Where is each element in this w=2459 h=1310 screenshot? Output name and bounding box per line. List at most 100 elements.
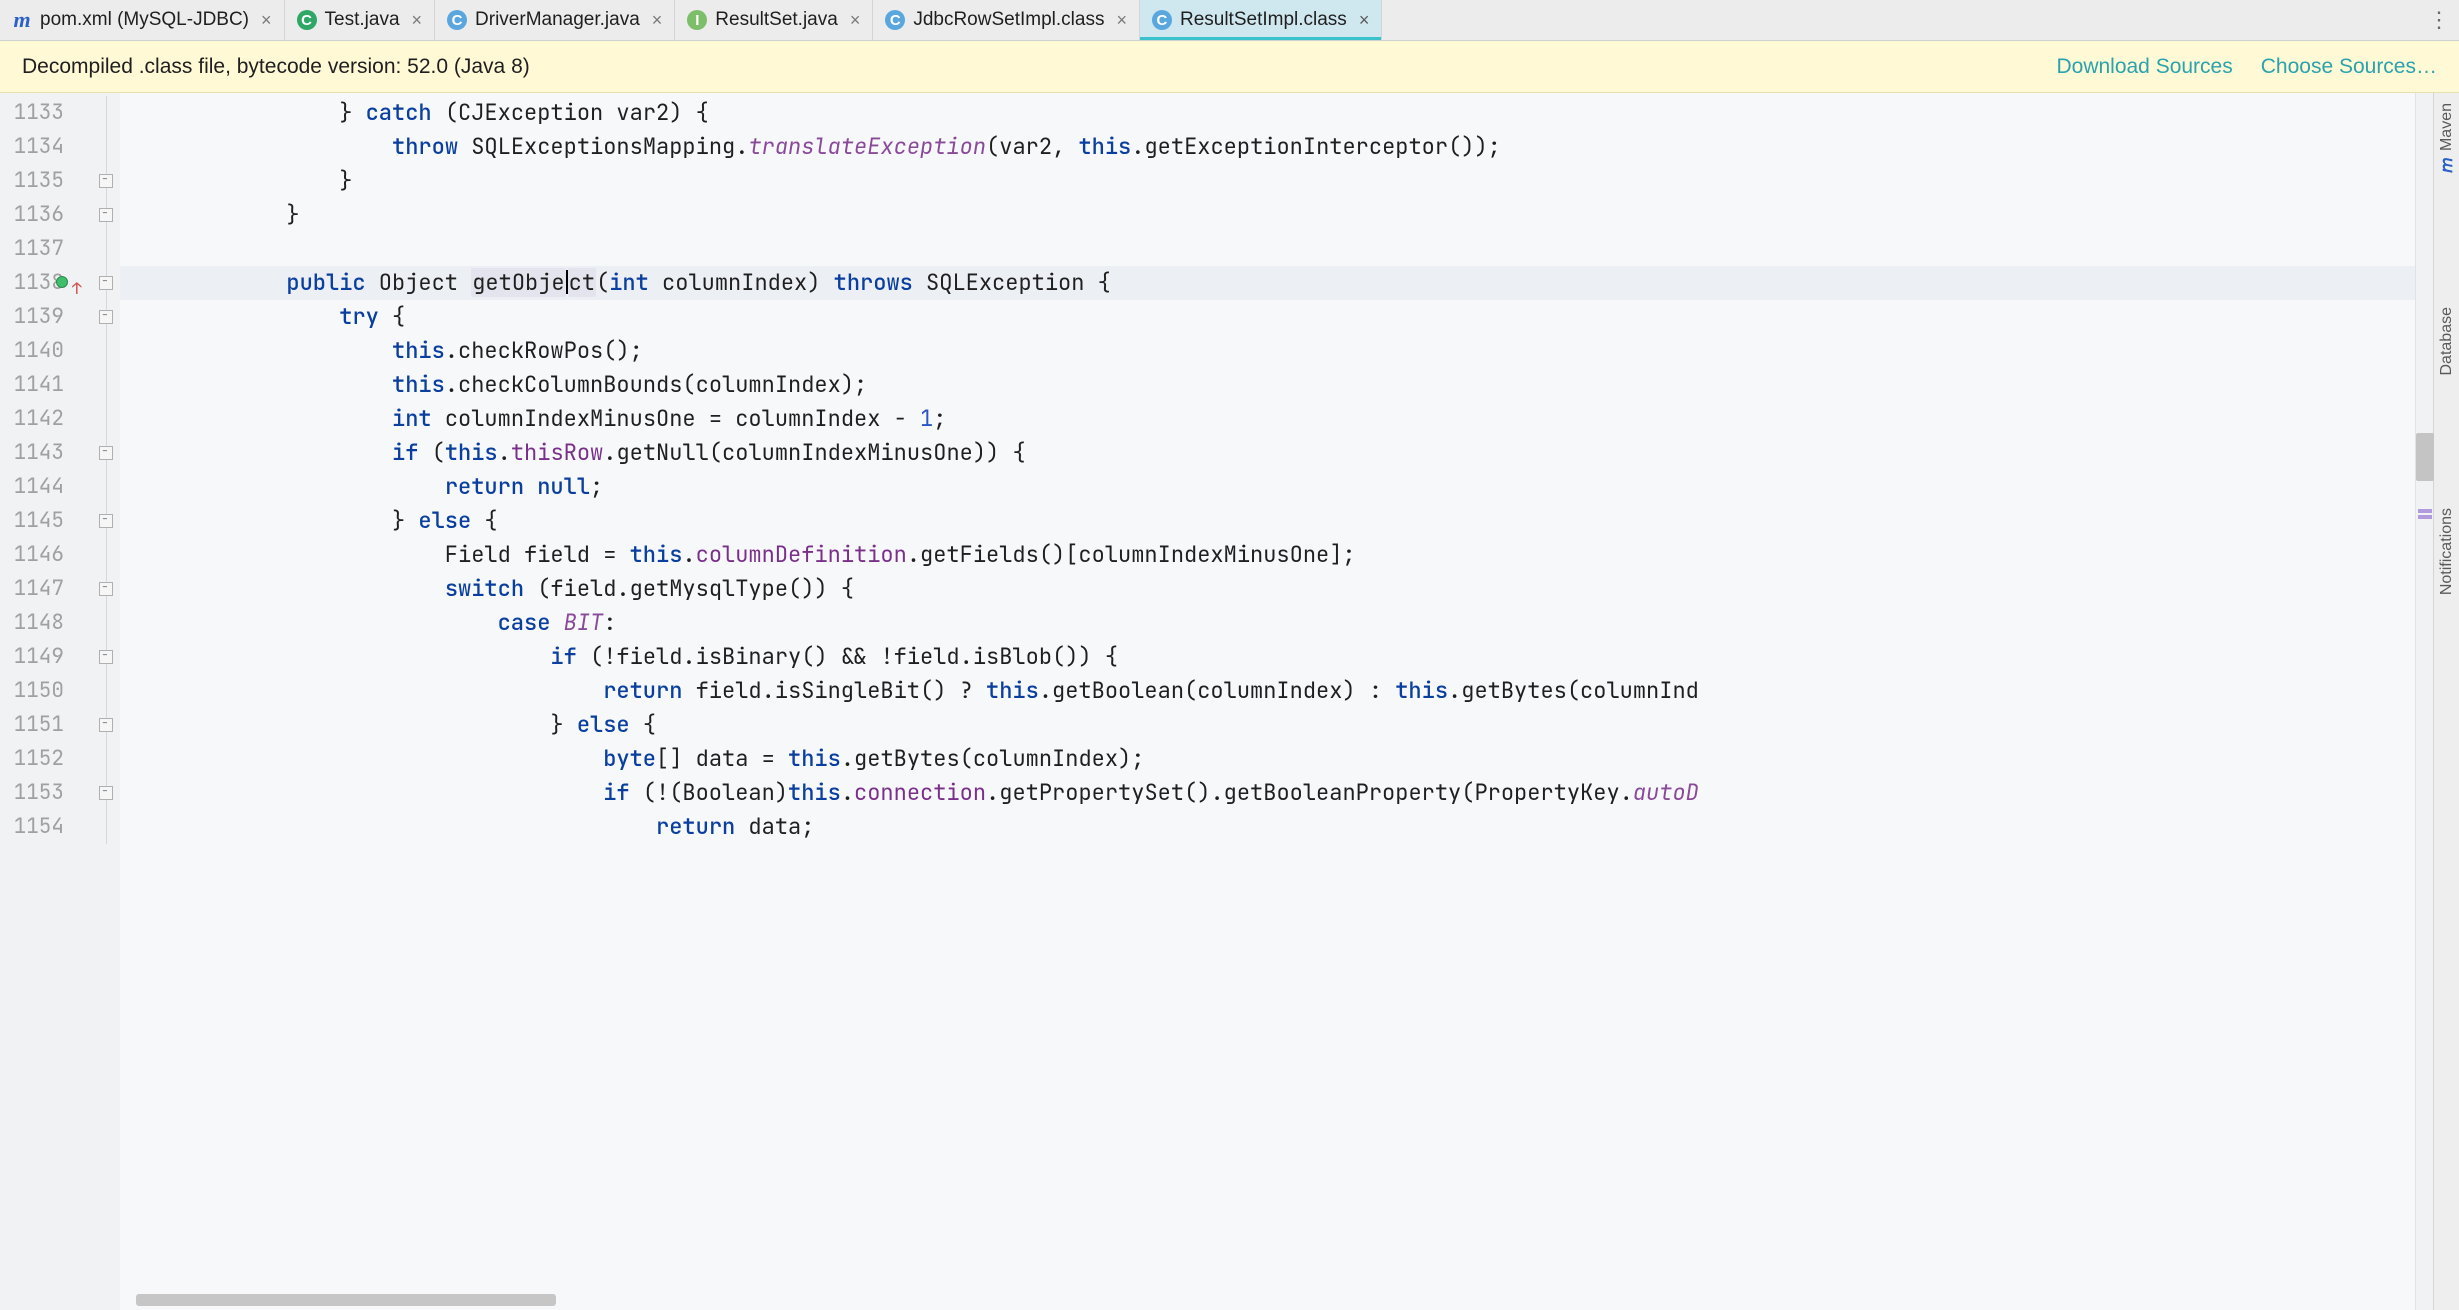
code-line[interactable]: int columnIndexMinusOne = columnIndex - …	[120, 402, 2415, 436]
code-line[interactable]: Field field = this.columnDefinition.getF…	[120, 538, 2415, 572]
fold-cell[interactable]	[92, 96, 120, 130]
line-number[interactable]: 1148	[0, 606, 92, 640]
toolwindow-maven[interactable]: Maven	[2438, 97, 2456, 181]
line-number[interactable]: 1141	[0, 368, 92, 402]
line-number[interactable]: 1139	[0, 300, 92, 334]
fold-cell[interactable]	[92, 504, 120, 538]
code-line[interactable]: return field.isSingleBit() ? this.getBoo…	[120, 674, 2415, 708]
gutter-run-marker-icon[interactable]	[56, 276, 68, 288]
fold-cell[interactable]	[92, 572, 120, 606]
fold-cell[interactable]	[92, 232, 120, 266]
code-line[interactable]: return data;	[120, 810, 2415, 844]
close-icon[interactable]: ×	[1116, 10, 1127, 31]
code-line[interactable]: }	[120, 164, 2415, 198]
fold-cell[interactable]	[92, 640, 120, 674]
line-number[interactable]: 1140	[0, 334, 92, 368]
code-editor[interactable]: 113311341135113611371138↑113911401141114…	[0, 93, 2459, 1310]
line-number[interactable]: 1138↑	[0, 266, 92, 300]
close-icon[interactable]: ×	[850, 10, 861, 31]
code-line[interactable]: }	[120, 198, 2415, 232]
h-scroll-thumb[interactable]	[136, 1294, 556, 1306]
fold-toggle-icon[interactable]	[99, 276, 113, 290]
line-number[interactable]: 1134	[0, 130, 92, 164]
fold-cell[interactable]	[92, 538, 120, 572]
fold-toggle-icon[interactable]	[99, 650, 113, 664]
scrollbar-marker-strip[interactable]	[2415, 93, 2433, 1310]
code-line[interactable]: if (!(Boolean)this.connection.getPropert…	[120, 776, 2415, 810]
fold-toggle-icon[interactable]	[99, 446, 113, 460]
fold-cell[interactable]	[92, 708, 120, 742]
fold-cell[interactable]	[92, 198, 120, 232]
line-number[interactable]: 1154	[0, 810, 92, 844]
fold-toggle-icon[interactable]	[99, 174, 113, 188]
fold-column[interactable]	[92, 93, 120, 1310]
line-number[interactable]: 1145	[0, 504, 92, 538]
code-area[interactable]: } catch (CJException var2) { throw SQLEx…	[120, 93, 2415, 1310]
fold-cell[interactable]	[92, 606, 120, 640]
close-icon[interactable]: ×	[1359, 10, 1370, 31]
tab-jdbcrowsetimpl-class[interactable]: CJdbcRowSetImpl.class×	[873, 0, 1140, 40]
fold-cell[interactable]	[92, 266, 120, 300]
fold-cell[interactable]	[92, 402, 120, 436]
close-icon[interactable]: ×	[412, 10, 423, 31]
fold-toggle-icon[interactable]	[99, 786, 113, 800]
v-scroll-thumb[interactable]	[2416, 433, 2434, 481]
code-line[interactable]: this.checkColumnBounds(columnIndex);	[120, 368, 2415, 402]
scroll-marker[interactable]	[2418, 515, 2432, 519]
tab-resultset-java[interactable]: IResultSet.java×	[675, 0, 873, 40]
tab-test-java[interactable]: CTest.java×	[285, 0, 436, 40]
code-line[interactable]: case BIT:	[120, 606, 2415, 640]
code-line[interactable]: } else {	[120, 504, 2415, 538]
close-icon[interactable]: ×	[652, 10, 663, 31]
code-line[interactable]: switch (field.getMysqlType()) {	[120, 572, 2415, 606]
choose-sources-link[interactable]: Choose Sources…	[2261, 55, 2437, 79]
fold-toggle-icon[interactable]	[99, 514, 113, 528]
line-number[interactable]: 1146	[0, 538, 92, 572]
line-number[interactable]: 1152	[0, 742, 92, 776]
fold-cell[interactable]	[92, 436, 120, 470]
code-line[interactable]: public Object getObject(int columnIndex)…	[120, 266, 2415, 300]
fold-toggle-icon[interactable]	[99, 582, 113, 596]
fold-cell[interactable]	[92, 334, 120, 368]
fold-toggle-icon[interactable]	[99, 310, 113, 324]
fold-cell[interactable]	[92, 164, 120, 198]
line-number[interactable]: 1142	[0, 402, 92, 436]
fold-cell[interactable]	[92, 674, 120, 708]
toolwindow-notifications[interactable]: Notifications	[2438, 502, 2456, 601]
code-line[interactable]: } catch (CJException var2) {	[120, 96, 2415, 130]
fold-toggle-icon[interactable]	[99, 208, 113, 222]
fold-cell[interactable]	[92, 470, 120, 504]
fold-cell[interactable]	[92, 300, 120, 334]
scroll-marker[interactable]	[2418, 509, 2432, 513]
line-number[interactable]: 1143	[0, 436, 92, 470]
line-number[interactable]: 1151	[0, 708, 92, 742]
fold-cell[interactable]	[92, 742, 120, 776]
code-line[interactable]: return null;	[120, 470, 2415, 504]
line-number[interactable]: 1150	[0, 674, 92, 708]
tab-pom-xml-mysql-jdbc-[interactable]: mpom.xml (MySQL-JDBC)×	[0, 0, 285, 40]
code-line[interactable]: } else {	[120, 708, 2415, 742]
line-number[interactable]: 1147	[0, 572, 92, 606]
tab-drivermanager-java[interactable]: CDriverManager.java×	[435, 0, 675, 40]
fold-cell[interactable]	[92, 368, 120, 402]
code-line[interactable]: if (!field.isBinary() && !field.isBlob()…	[120, 640, 2415, 674]
tab-resultsetimpl-class[interactable]: CResultSetImpl.class×	[1140, 0, 1382, 40]
code-line[interactable]	[120, 232, 2415, 266]
toolwindow-database[interactable]: Database	[2438, 301, 2456, 382]
line-number[interactable]: 1153	[0, 776, 92, 810]
code-line[interactable]: byte[] data = this.getBytes(columnIndex)…	[120, 742, 2415, 776]
line-number[interactable]: 1135	[0, 164, 92, 198]
horizontal-scrollbar[interactable]	[120, 1294, 2415, 1308]
fold-toggle-icon[interactable]	[99, 718, 113, 732]
fold-cell[interactable]	[92, 776, 120, 810]
code-line[interactable]: if (this.thisRow.getNull(columnIndexMinu…	[120, 436, 2415, 470]
tabs-overflow-icon[interactable]: ⋮	[2419, 0, 2459, 40]
fold-cell[interactable]	[92, 810, 120, 844]
line-number[interactable]: 1149	[0, 640, 92, 674]
line-number[interactable]: 1136	[0, 198, 92, 232]
line-number[interactable]: 1137	[0, 232, 92, 266]
code-line[interactable]: try {	[120, 300, 2415, 334]
download-sources-link[interactable]: Download Sources	[2056, 55, 2232, 79]
code-line[interactable]: this.checkRowPos();	[120, 334, 2415, 368]
close-icon[interactable]: ×	[261, 10, 272, 31]
